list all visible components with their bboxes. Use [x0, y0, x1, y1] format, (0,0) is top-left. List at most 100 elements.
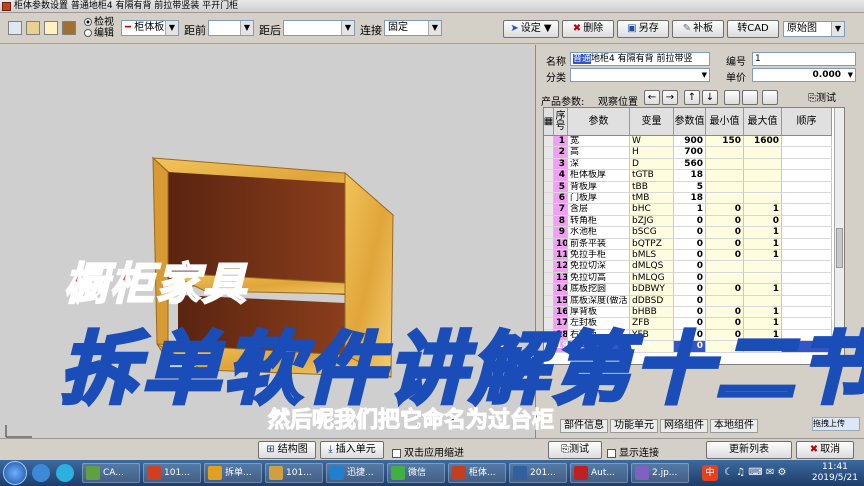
- tray-icons[interactable]: ☾ ♫ ⌨ ✉ ⚙: [724, 467, 786, 478]
- delete-button[interactable]: ✖ 删除: [562, 20, 614, 38]
- cell-name[interactable]: 底板挖圆: [568, 284, 630, 296]
- cell-max[interactable]: [744, 272, 782, 285]
- cell-no[interactable]: 14: [554, 284, 568, 296]
- table-row[interactable]: 6 门板厚 tMB 18: [544, 193, 832, 205]
- cell-value[interactable]: 0: [674, 250, 706, 262]
- cell-min[interactable]: 0: [706, 227, 744, 239]
- cell-name[interactable]: 门板厚: [568, 193, 630, 205]
- cell-name[interactable]: 宽: [568, 136, 630, 148]
- table-row[interactable]: 9 水池柜 bSCG 0 0 1: [544, 227, 832, 239]
- insert-unit-button[interactable]: ⤓ 插入单元: [320, 441, 384, 459]
- taskbar-item[interactable]: Aut...: [570, 463, 628, 483]
- cell-no[interactable]: 10: [554, 238, 568, 250]
- cell-value[interactable]: 900: [674, 136, 706, 148]
- cell-value[interactable]: 0: [674, 238, 706, 250]
- cell-min[interactable]: 0: [706, 307, 744, 319]
- cell-no[interactable]: 2: [554, 147, 568, 159]
- taskbar-item[interactable]: 拆单...: [204, 463, 262, 483]
- cell-min[interactable]: [706, 295, 744, 307]
- taskbar-item[interactable]: 101...: [265, 463, 323, 483]
- cell-name[interactable]: 背板厚: [568, 181, 630, 193]
- cell-value[interactable]: 0: [674, 261, 706, 273]
- show-connect-checkbox[interactable]: 显示连接: [607, 444, 659, 459]
- view-back-button[interactable]: [742, 90, 758, 105]
- clock[interactable]: 11:41 2019/5/21: [812, 462, 858, 484]
- browser-icon[interactable]: [32, 464, 50, 482]
- cell-min[interactable]: 0: [706, 250, 744, 262]
- panel-test-button[interactable]: ⎘测试: [808, 89, 836, 104]
- cell-var[interactable]: hMLQG: [630, 272, 674, 285]
- refresh-list-button[interactable]: 更新列表: [706, 441, 792, 459]
- cell-name[interactable]: 免拉切深: [568, 261, 630, 273]
- cell-min[interactable]: 0: [706, 204, 744, 216]
- cell-no[interactable]: 12: [554, 261, 568, 273]
- cell-min[interactable]: [706, 147, 744, 159]
- cell-min[interactable]: [706, 193, 744, 205]
- app-icon[interactable]: [56, 464, 74, 482]
- cell-max[interactable]: 0: [744, 215, 782, 228]
- cell-value[interactable]: 18: [674, 193, 706, 205]
- struct-button[interactable]: ⊞ 结构图: [258, 441, 316, 459]
- cell-value[interactable]: 0: [674, 284, 706, 296]
- cell-min[interactable]: 150: [706, 136, 744, 148]
- cell-no[interactable]: 16: [554, 307, 568, 319]
- image-icon[interactable]: [26, 21, 40, 35]
- cell-value[interactable]: 0: [674, 307, 706, 319]
- tab-function-unit[interactable]: 功能单元: [610, 419, 658, 433]
- cell-var[interactable]: bMLS: [630, 250, 674, 262]
- view-up-button[interactable]: ↑: [684, 90, 700, 105]
- radio-view[interactable]: 检视: [84, 18, 114, 28]
- cell-min[interactable]: [706, 272, 744, 285]
- table-row[interactable]: 1 宽 W 900 150 1600: [544, 136, 832, 148]
- cell-var[interactable]: bHBB: [630, 307, 674, 319]
- table-row[interactable]: 13 免拉切高 hMLQG 0: [544, 272, 832, 285]
- cell-value[interactable]: 5: [674, 181, 706, 193]
- cell-name[interactable]: 转角柜: [568, 215, 630, 228]
- cell-value[interactable]: 0: [674, 227, 706, 239]
- cad-button[interactable]: 转CAD: [727, 20, 779, 38]
- radio-edit[interactable]: 编辑: [84, 29, 114, 39]
- taskbar-item[interactable]: 迅捷...: [326, 463, 384, 483]
- cell-var[interactable]: tGTB: [630, 170, 674, 182]
- cell-no[interactable]: 15: [554, 295, 568, 307]
- price-input[interactable]: 0.000 ▼: [752, 68, 856, 82]
- cell-var[interactable]: bZJG: [630, 215, 674, 228]
- cell-var[interactable]: tBB: [630, 181, 674, 193]
- front-combo[interactable]: ▼: [208, 20, 254, 36]
- table-row[interactable]: 14 底板挖圆 bDBWY 0 0 1: [544, 284, 832, 296]
- tab-part-info[interactable]: 部件信息: [560, 419, 608, 433]
- cell-var[interactable]: bSCG: [630, 227, 674, 239]
- cell-name[interactable]: 深: [568, 158, 630, 171]
- cell-var[interactable]: D: [630, 158, 674, 171]
- cell-var[interactable]: bHC: [630, 204, 674, 216]
- cell-no[interactable]: 1: [554, 136, 568, 148]
- cell-min[interactable]: 0: [706, 284, 744, 296]
- cell-max[interactable]: 1: [744, 307, 782, 319]
- cell-no[interactable]: 6: [554, 193, 568, 205]
- cell-value[interactable]: 1: [674, 204, 706, 216]
- view-front-button[interactable]: [724, 90, 740, 105]
- name-input[interactable]: 普通地柜4 有隔有背 前拉带竖: [570, 52, 710, 66]
- cell-var[interactable]: dMLQS: [630, 261, 674, 273]
- category-combo[interactable]: ▼: [570, 68, 710, 82]
- texture-icon[interactable]: [62, 21, 76, 35]
- cell-no[interactable]: 8: [554, 215, 568, 228]
- cell-var[interactable]: tMB: [630, 193, 674, 205]
- table-row[interactable]: 16 厚背板 bHBB 0 0 1: [544, 307, 832, 319]
- cell-value[interactable]: 0: [674, 295, 706, 307]
- bottom-test-button[interactable]: ⎘测试: [548, 441, 602, 459]
- cell-no[interactable]: 13: [554, 272, 568, 285]
- pencil-icon[interactable]: [44, 21, 58, 35]
- cell-no[interactable]: 7: [554, 204, 568, 216]
- view-right-button[interactable]: →: [662, 90, 678, 105]
- table-row[interactable]: 4 柜体板厚 tGTB 18: [544, 170, 832, 182]
- cell-no[interactable]: 4: [554, 170, 568, 182]
- cell-max[interactable]: 1: [744, 284, 782, 296]
- cell-max[interactable]: 1: [744, 238, 782, 250]
- taskbar-item[interactable]: CA...: [82, 463, 140, 483]
- table-row[interactable]: 5 背板厚 tBB 5: [544, 181, 832, 193]
- cancel-button[interactable]: ✖ 取消: [796, 441, 854, 459]
- cell-min[interactable]: [706, 261, 744, 273]
- cell-max[interactable]: [744, 193, 782, 205]
- taskbar-item[interactable]: 201...: [509, 463, 567, 483]
